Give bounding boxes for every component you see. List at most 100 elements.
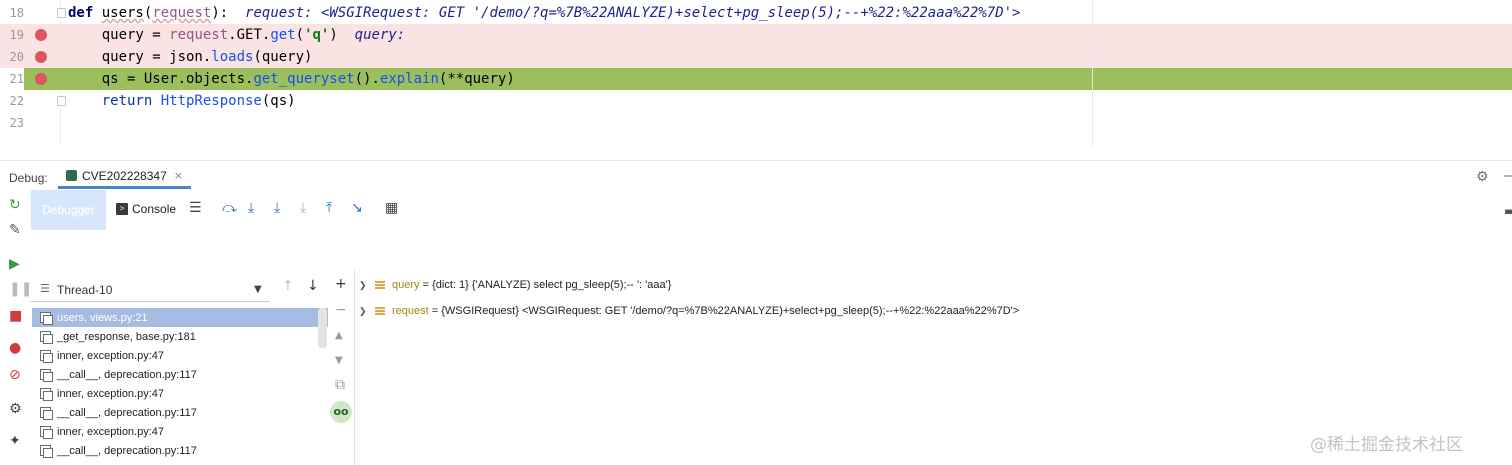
frame-icon bbox=[40, 407, 53, 420]
thread-selector[interactable]: ☰ Thread-10 ▼ bbox=[30, 274, 270, 302]
variable-name: request bbox=[392, 305, 429, 317]
frame-label: users, views.py:21 bbox=[57, 311, 148, 324]
frame-icon bbox=[40, 388, 53, 401]
variable-value: {dict: 1} {'ANALYZE) select pg_sleep(5);… bbox=[432, 279, 672, 291]
chevron-down-icon[interactable]: ▼ bbox=[254, 284, 262, 295]
close-icon[interactable]: × bbox=[174, 169, 183, 182]
pause-icon[interactable]: ❚❚ bbox=[9, 282, 32, 296]
run-to-cursor-icon[interactable]: ↘ bbox=[351, 201, 363, 215]
step-into-my-code-icon[interactable]: ⤓ bbox=[274, 201, 280, 215]
code-text: query = request.GET.get('q') query: bbox=[68, 27, 406, 43]
tab-debugger[interactable]: Debugger bbox=[31, 190, 106, 230]
fold-icon[interactable] bbox=[57, 96, 66, 106]
move-up-icon[interactable]: ▲ bbox=[335, 329, 343, 343]
code-line-19[interactable]: 19 query = request.GET.get('q') query: bbox=[0, 24, 1512, 46]
frame-label: _get_response, base.py:181 bbox=[57, 330, 196, 343]
stop-icon[interactable]: ■ bbox=[9, 309, 22, 323]
minimize-icon[interactable]: — bbox=[1503, 168, 1512, 184]
step-out-icon[interactable]: ⤒ bbox=[326, 201, 332, 215]
stack-frame-row[interactable]: __call__, deprecation.py:117 bbox=[32, 441, 328, 460]
frame-icon bbox=[40, 312, 53, 325]
debugger-tabs-row: Debugger > Console ☰ ⤼ ⤓ ⤓ ⤓ ⤒ ↘ ▦ ▬ bbox=[30, 190, 1512, 230]
remove-watch-icon[interactable]: − bbox=[335, 303, 347, 317]
debug-label: Debug: bbox=[9, 171, 48, 185]
frame-label: __call__, deprecation.py:117 bbox=[57, 444, 197, 457]
run-config-tab[interactable]: CVE202228347 × bbox=[58, 165, 191, 189]
layout-menu-icon[interactable]: ▬ bbox=[1504, 204, 1512, 218]
frame-label: inner, exception.py:47 bbox=[57, 425, 165, 438]
step-into-icon[interactable]: ⤓ bbox=[248, 201, 254, 215]
variable-value: {WSGIRequest} <WSGIRequest: GET '/demo/?… bbox=[441, 305, 1020, 317]
thread-label: Thread-10 bbox=[57, 283, 113, 297]
settings-icon[interactable]: ⚙ bbox=[9, 402, 22, 416]
code-line-22[interactable]: 22 return HttpResponse(qs) bbox=[0, 90, 1512, 112]
django-icon bbox=[66, 170, 77, 181]
frame-icon bbox=[40, 369, 53, 382]
frame-icon bbox=[40, 445, 53, 458]
stack-frame-row[interactable]: __call__, deprecation.py:117 bbox=[32, 365, 328, 384]
fold-icon[interactable] bbox=[57, 8, 66, 18]
pin-icon[interactable]: ✦ bbox=[9, 434, 21, 448]
code-text: def users(request): request: <WSGIReques… bbox=[68, 5, 1021, 21]
variable-row[interactable]: ❯ query = {dict: 1} {'ANALYZE) select pg… bbox=[356, 276, 671, 294]
code-line-20[interactable]: 20 query = json.loads(query) bbox=[0, 46, 1512, 68]
code-text: qs = User.objects.get_queryset().explain… bbox=[68, 71, 515, 87]
mute-breakpoints-icon[interactable]: ⊘ bbox=[9, 368, 21, 382]
line-number: 19 bbox=[9, 28, 24, 42]
code-text: query = json.loads(query) bbox=[68, 49, 313, 65]
code-editor[interactable]: 18 def users(request): request: <WSGIReq… bbox=[0, 0, 1512, 146]
code-text: return HttpResponse(qs) bbox=[68, 93, 296, 109]
breakpoint-icon[interactable] bbox=[35, 51, 47, 63]
variable-icon bbox=[375, 306, 385, 316]
stack-frame-row[interactable]: inner, exception.py:47 bbox=[32, 422, 328, 441]
stack-frame-row[interactable]: _get_response, base.py:181 bbox=[32, 327, 328, 346]
code-line-21-current[interactable]: 21 qs = User.objects.get_queryset().expl… bbox=[0, 68, 1512, 90]
debug-tool-window-header: Debug: CVE202228347 × ⚙ — bbox=[0, 160, 1512, 189]
rerun-icon[interactable]: ↻ bbox=[9, 198, 21, 212]
run-config-label: CVE202228347 bbox=[82, 168, 167, 183]
line-number: 20 bbox=[9, 50, 24, 64]
wrench-icon[interactable]: ✎ bbox=[9, 223, 21, 237]
new-watch-icon[interactable]: + bbox=[335, 277, 347, 291]
stack-frame-row[interactable]: __call__, deprecation.py:117 bbox=[32, 403, 328, 422]
resume-icon[interactable]: ▶ bbox=[9, 257, 20, 271]
next-frame-icon[interactable]: ↓ bbox=[307, 278, 319, 294]
stack-frame-row[interactable]: users, views.py:21 bbox=[32, 308, 328, 327]
right-margin-guide bbox=[1092, 0, 1093, 146]
frame-label: inner, exception.py:47 bbox=[57, 349, 165, 362]
show-execution-point-icon[interactable]: ☰ bbox=[189, 201, 202, 215]
line-number: 22 bbox=[9, 94, 24, 108]
step-over-icon[interactable]: ⤼ bbox=[222, 201, 237, 215]
force-step-into-icon[interactable]: ⤓ bbox=[300, 201, 306, 215]
tab-console[interactable]: > Console bbox=[116, 202, 176, 216]
code-line-18[interactable]: 18 def users(request): request: <WSGIReq… bbox=[0, 2, 1512, 24]
thread-icon: ☰ bbox=[40, 282, 50, 295]
show-watches-icon[interactable]: oo bbox=[330, 401, 352, 423]
inline-value-hint: query: bbox=[354, 27, 406, 43]
gear-icon[interactable]: ⚙ bbox=[1476, 169, 1489, 185]
stack-frame-row[interactable]: inner, exception.py:47 bbox=[32, 346, 328, 365]
evaluate-expression-icon[interactable]: ▦ bbox=[385, 201, 398, 215]
frames-scrollbar[interactable] bbox=[318, 308, 327, 348]
code-line-23[interactable]: 23 bbox=[0, 112, 1512, 134]
variable-name: query bbox=[392, 279, 420, 291]
move-down-icon[interactable]: ▼ bbox=[335, 354, 343, 368]
frames-panel: ☰ Thread-10 ▼ ↑ ↓ users, views.py:21 _ge… bbox=[30, 270, 330, 465]
variable-row[interactable]: ❯ request = {WSGIRequest} <WSGIRequest: … bbox=[356, 302, 1019, 320]
breakpoint-icon[interactable] bbox=[35, 73, 47, 85]
line-number: 21 bbox=[0, 68, 24, 90]
tab-console-label: Console bbox=[132, 202, 177, 216]
stack-frame-row[interactable]: inner, exception.py:47 bbox=[32, 384, 328, 403]
chevron-right-icon[interactable]: ❯ bbox=[359, 306, 369, 317]
variable-equals: = bbox=[428, 305, 442, 317]
line-number: 23 bbox=[9, 116, 24, 130]
breakpoint-icon[interactable] bbox=[35, 29, 47, 41]
copy-watch-icon[interactable]: ⧉ bbox=[335, 378, 345, 392]
variables-toolbar: + − ▲ ▼ ⧉ oo bbox=[330, 270, 354, 465]
line-number: 18 bbox=[9, 6, 24, 20]
previous-frame-icon[interactable]: ↑ bbox=[282, 278, 294, 294]
view-breakpoints-icon[interactable]: ● bbox=[9, 341, 21, 355]
console-icon: > bbox=[116, 203, 128, 215]
chevron-right-icon[interactable]: ❯ bbox=[359, 280, 369, 291]
watermark: @稀土掘金技术社区 bbox=[1310, 435, 1463, 455]
